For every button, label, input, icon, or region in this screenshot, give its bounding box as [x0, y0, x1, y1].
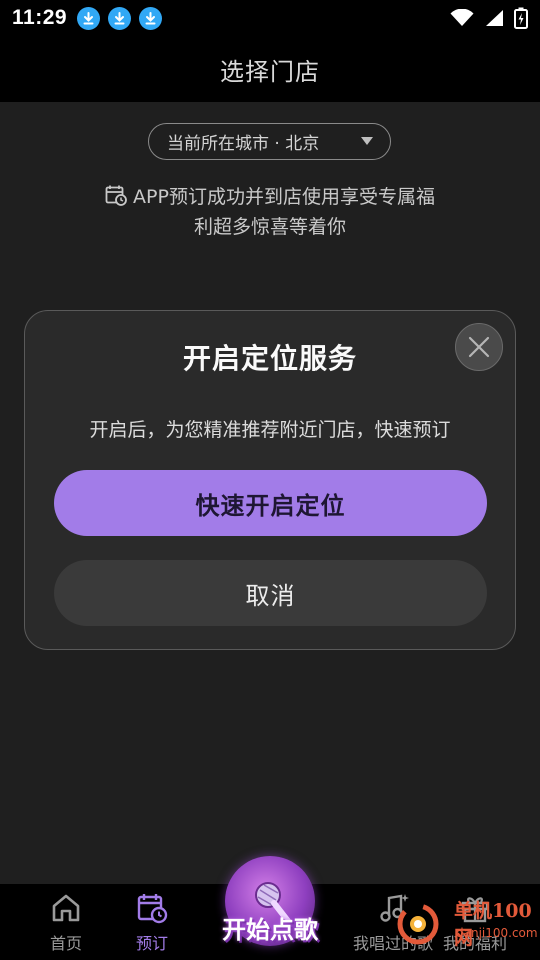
promo-text: APP预订成功并到店使用享受专属福 利超多惊喜等着你: [60, 182, 480, 242]
notification-icons: [77, 6, 163, 30]
battery-icon: [514, 7, 528, 29]
location-modal: 开启定位服务 开启后，为您精准推荐附近门店，快速预订 快速开启定位 取消: [24, 310, 516, 650]
system-icons: [450, 7, 528, 29]
watermark-logo-icon: [397, 903, 439, 945]
status-time: 11:29: [12, 6, 68, 29]
page-title: 选择门店: [220, 57, 320, 86]
download-icon: [139, 6, 163, 30]
promo-line-1: APP预订成功并到店使用享受专属福: [133, 186, 435, 208]
modal-description: 开启后，为您精准推荐附近门店，快速预订: [89, 419, 451, 441]
watermark-url: danji100.com: [456, 926, 538, 940]
watermark-text: 单机100网: [454, 900, 532, 949]
watermark: 单机100网 danji100.com: [388, 892, 540, 952]
bottom-nav: 首页 预订 开始点歌 我唱过的歌 我的福利 单机100网 danji100.co…: [0, 856, 540, 960]
modal-title: 开启定位服务: [182, 342, 357, 375]
calendar-clock-icon: [105, 185, 127, 206]
start-singing-label: 开始点歌: [222, 916, 318, 944]
promo-line-2: 利超多惊喜等着你: [193, 216, 346, 238]
close-icon: [468, 336, 490, 358]
signal-icon: [486, 10, 503, 26]
dropdown-arrow-icon: [361, 137, 373, 145]
city-selector[interactable]: 当前所在城市 · 北京: [148, 123, 391, 160]
cancel-button[interactable]: 取消: [54, 560, 487, 626]
app-header: 选择门店: [0, 36, 540, 102]
nav-item-booking[interactable]: 预订: [107, 892, 197, 954]
download-icon: [108, 6, 132, 30]
nav-label-booking: 预订: [135, 934, 168, 953]
download-icon: [77, 6, 101, 30]
enable-location-button[interactable]: 快速开启定位: [54, 470, 487, 536]
wifi-icon: [450, 9, 474, 26]
status-bar: 11:29: [0, 0, 540, 36]
close-button[interactable]: [455, 323, 503, 371]
calendar-clock-icon: [137, 894, 168, 924]
home-icon: [52, 894, 80, 922]
nav-label-home: 首页: [49, 934, 82, 953]
nav-item-home[interactable]: 首页: [21, 892, 111, 954]
city-selector-label: 当前所在城市 · 北京: [167, 134, 320, 154]
